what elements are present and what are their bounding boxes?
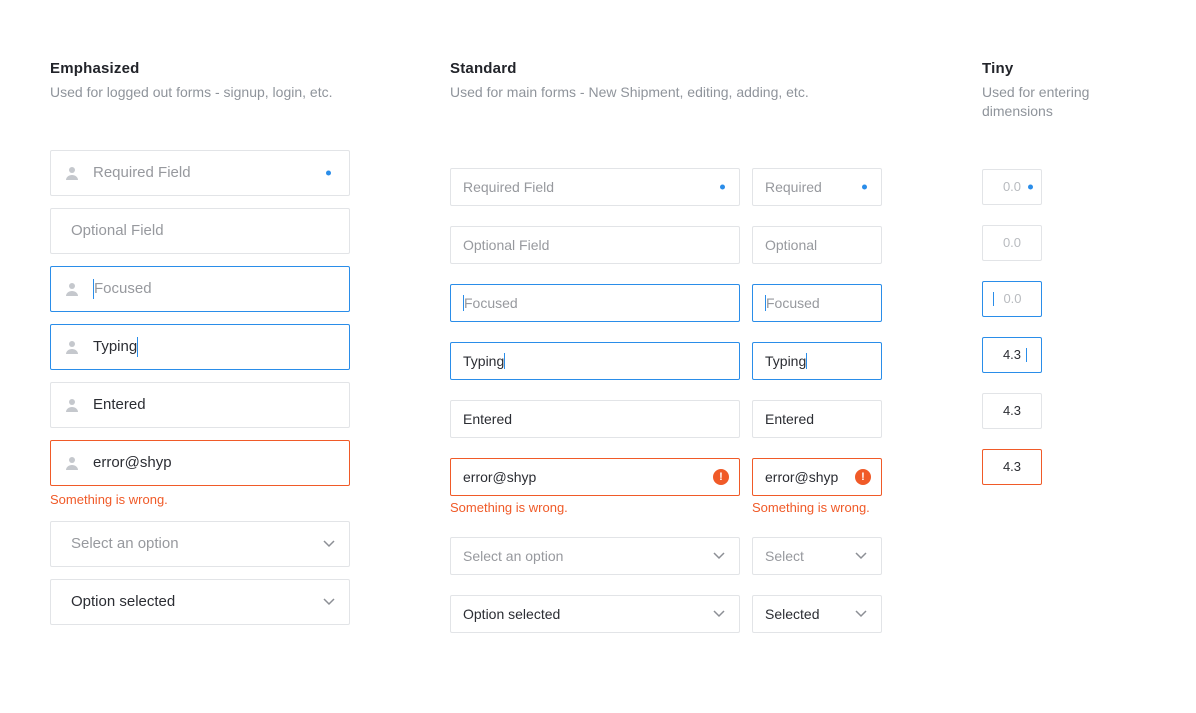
required-indicator	[862, 184, 867, 189]
tiny-subhead: Used for entering dimensions	[982, 83, 1122, 121]
stdn-required-field[interactable]: Required	[752, 168, 882, 206]
chevron-down-icon	[323, 540, 335, 548]
text-caret	[504, 353, 505, 369]
std-optional-ph: Optional Field	[463, 237, 549, 253]
stdn-select-placeholder[interactable]: Select	[752, 537, 882, 575]
emph-typing-field[interactable]: Typing	[50, 324, 350, 370]
chevron-down-icon	[713, 610, 725, 618]
stdn-typing-field[interactable]: Typing	[752, 342, 882, 380]
tiny-required-ph: 0.0	[993, 179, 1031, 194]
stdn-error-field[interactable]: error@shyp	[752, 458, 882, 496]
std-focused-ph: Focused	[464, 295, 518, 311]
emph-select-val-text: Option selected	[71, 593, 175, 610]
stdn-entered-field[interactable]: Entered	[752, 400, 882, 438]
emph-entered-value: Entered	[93, 396, 146, 413]
std-entered-field[interactable]: Entered	[450, 400, 740, 438]
required-indicator	[1028, 184, 1033, 189]
std-error-field[interactable]: error@shyp	[450, 458, 740, 496]
emph-required-field[interactable]: Required Field	[50, 150, 350, 196]
emph-error-field[interactable]: error@shyp	[50, 440, 350, 486]
emph-select-placeholder[interactable]: Select an option	[50, 521, 350, 567]
stdn-select-ph-text: Select	[765, 548, 804, 564]
emph-typing-value: Typing	[93, 338, 137, 355]
text-caret	[137, 337, 138, 357]
chevron-down-icon	[323, 598, 335, 606]
emph-error-message: Something is wrong.	[50, 492, 350, 507]
emph-optional-field[interactable]: Optional Field	[50, 208, 350, 254]
stdn-entered-val: Entered	[765, 411, 814, 427]
text-caret	[806, 353, 807, 369]
stdn-required-ph: Required	[765, 179, 822, 195]
stdn-focused-field[interactable]: Focused	[752, 284, 882, 322]
standard-title: Standard	[450, 60, 882, 77]
tiny-optional-field[interactable]: 0.0	[982, 225, 1042, 261]
tiny-title: Tiny	[982, 60, 1122, 77]
emph-entered-field[interactable]: Entered	[50, 382, 350, 428]
emph-optional-placeholder: Optional Field	[71, 222, 164, 239]
user-icon	[63, 456, 81, 470]
stdn-optional-ph: Optional	[765, 237, 817, 253]
std-typing-field[interactable]: Typing	[450, 342, 740, 380]
std-entered-val: Entered	[463, 411, 512, 427]
tiny-focused-field[interactable]: 0.0	[982, 281, 1042, 317]
stdn-typing-val: Typing	[765, 353, 806, 369]
std-select-ph-text: Select an option	[463, 548, 563, 564]
chevron-down-icon	[855, 552, 867, 560]
chevron-down-icon	[713, 552, 725, 560]
tiny-typing-field[interactable]: 4.3	[982, 337, 1042, 373]
tiny-entered-field[interactable]: 4.3	[982, 393, 1042, 429]
std-error-val: error@shyp	[463, 469, 536, 485]
required-indicator	[326, 170, 331, 175]
tiny-focused-ph: 0.0	[994, 291, 1031, 306]
stdn-select-selected[interactable]: Selected	[752, 595, 882, 633]
tiny-optional-ph: 0.0	[993, 235, 1031, 250]
std-select-selected[interactable]: Option selected	[450, 595, 740, 633]
stdn-error-message: Something is wrong.	[752, 500, 882, 515]
text-caret	[1026, 348, 1027, 362]
tiny-entered-val: 4.3	[993, 403, 1031, 418]
std-select-val-text: Option selected	[463, 606, 560, 622]
stdn-error-val: error@shyp	[765, 469, 838, 485]
emphasized-subhead: Used for logged out forms - signup, logi…	[50, 83, 350, 102]
tiny-required-field[interactable]: 0.0	[982, 169, 1042, 205]
stdn-select-val-text: Selected	[765, 606, 819, 622]
std-error-message: Something is wrong.	[450, 500, 740, 515]
emph-select-selected[interactable]: Option selected	[50, 579, 350, 625]
stdn-optional-field[interactable]: Optional	[752, 226, 882, 264]
required-indicator	[720, 184, 725, 189]
std-focused-field[interactable]: Focused	[450, 284, 740, 322]
user-icon	[63, 282, 81, 296]
stdn-focused-ph: Focused	[766, 295, 820, 311]
user-icon	[63, 398, 81, 412]
std-required-field[interactable]: Required Field	[450, 168, 740, 206]
user-icon	[63, 166, 81, 180]
emph-select-ph-text: Select an option	[71, 535, 179, 552]
chevron-down-icon	[855, 610, 867, 618]
error-icon	[713, 469, 729, 485]
user-icon	[63, 340, 81, 354]
emph-focused-placeholder: Focused	[94, 280, 152, 297]
error-icon	[855, 469, 871, 485]
standard-subhead: Used for main forms - New Shipment, edit…	[450, 83, 882, 102]
emph-focused-field[interactable]: Focused	[50, 266, 350, 312]
emphasized-title: Emphasized	[50, 60, 350, 77]
std-optional-field[interactable]: Optional Field	[450, 226, 740, 264]
std-typing-val: Typing	[463, 353, 504, 369]
emph-error-value: error@shyp	[93, 454, 172, 471]
emph-required-placeholder: Required Field	[93, 164, 191, 181]
std-select-placeholder[interactable]: Select an option	[450, 537, 740, 575]
tiny-error-field[interactable]: 4.3	[982, 449, 1042, 485]
std-required-ph: Required Field	[463, 179, 554, 195]
tiny-error-val: 4.3	[993, 459, 1031, 474]
